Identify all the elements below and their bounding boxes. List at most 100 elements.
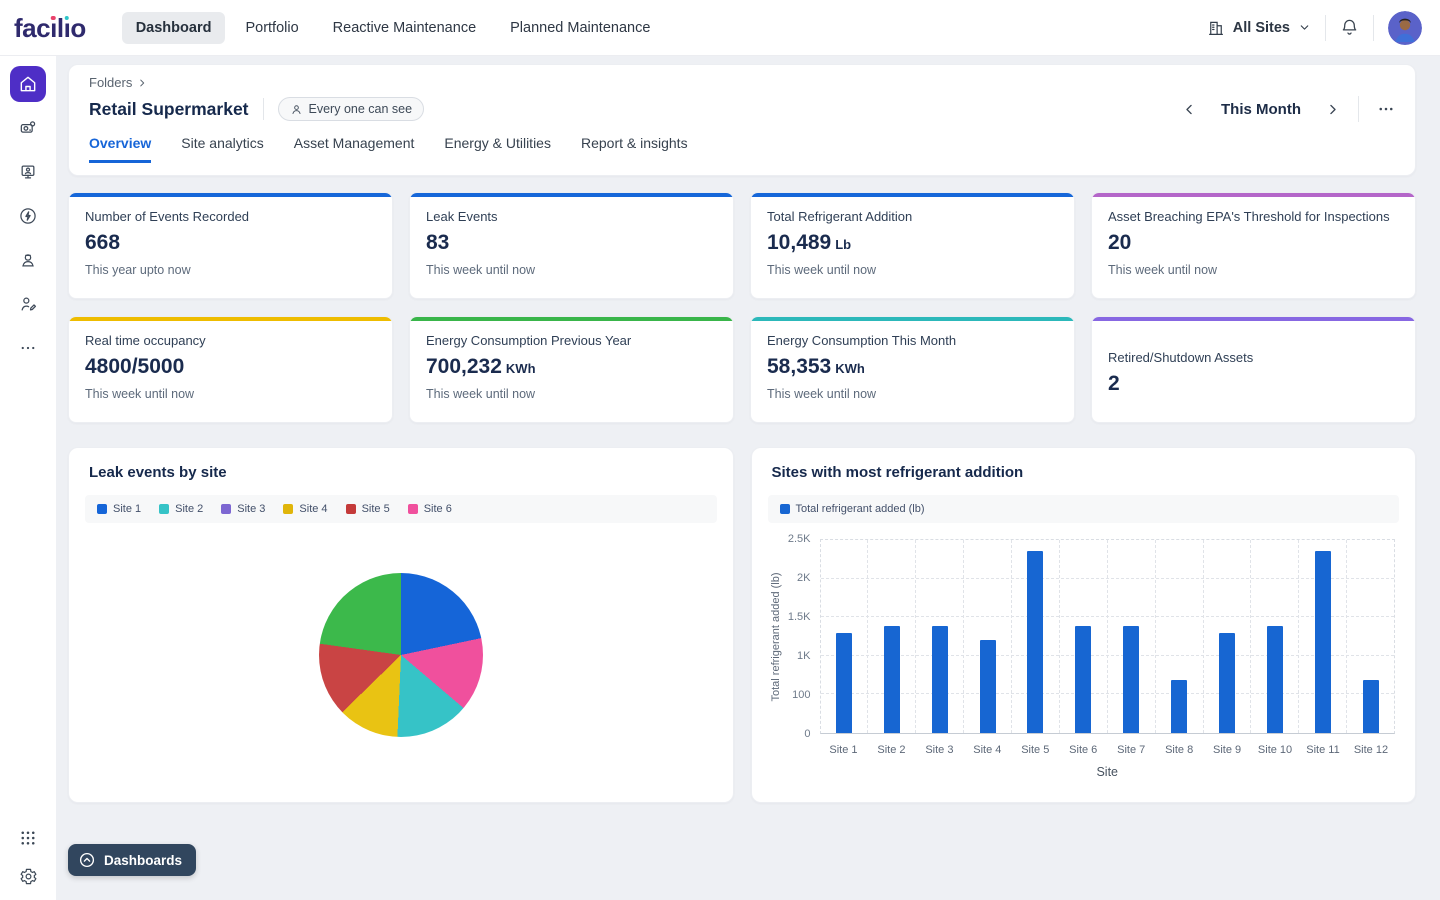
kpi-grid: Number of Events Recorded668This year up… — [68, 192, 1416, 423]
sidebar-item-more[interactable] — [10, 330, 46, 366]
kpi-value: 4800/5000 — [85, 355, 184, 379]
nav-item-portfolio[interactable]: Portfolio — [231, 12, 312, 44]
notification-bell-icon[interactable] — [1340, 18, 1359, 37]
legend-label: Site 2 — [175, 503, 203, 515]
x-label-site-7: Site 7 — [1107, 744, 1155, 756]
sidebar-item-energy[interactable] — [10, 198, 46, 234]
building-icon — [1207, 19, 1225, 37]
legend-item-site-4[interactable]: Site 4 — [283, 503, 327, 515]
legend-item-site-2[interactable]: Site 2 — [159, 503, 203, 515]
nav-item-dashboard[interactable]: Dashboard — [122, 12, 226, 44]
main-content: Folders Retail Supermarket Every one can… — [56, 56, 1440, 900]
kpi-value-row: 10,489Lb — [767, 231, 1058, 255]
legend-label: Site 6 — [424, 503, 452, 515]
dashboards-button[interactable]: Dashboards — [68, 844, 196, 876]
kpi-value-row: 700,232KWh — [426, 355, 717, 379]
legend-item-total-refrigerant-added-lb[interactable]: Total refrigerant added (lb) — [780, 503, 925, 515]
bar-site-9 — [1219, 633, 1235, 733]
bar-site-4 — [980, 640, 996, 733]
kpi-value: 668 — [85, 231, 120, 255]
breadcrumb-folders[interactable]: Folders — [89, 75, 132, 90]
kpi-body: Retired/Shutdown Assets 2 — [1092, 321, 1415, 422]
tab-report-insights[interactable]: Report & insights — [581, 135, 688, 163]
sidebar-item-kiosk[interactable] — [10, 154, 46, 190]
bar-slot-site-9 — [1204, 540, 1252, 733]
bar-site-3 — [932, 626, 948, 733]
sidebar-item-visitor[interactable] — [10, 242, 46, 278]
bar-site-1 — [836, 633, 852, 733]
leak-events-pie-chart — [319, 573, 483, 737]
y-axis-ticks: 01001K1.5K2K2.5K — [784, 539, 820, 734]
user-avatar[interactable] — [1388, 11, 1422, 45]
breadcrumb[interactable]: Folders — [89, 75, 1395, 90]
tab-overview[interactable]: Overview — [89, 135, 151, 163]
kpi-subtitle: This week until now — [426, 263, 717, 277]
more-options-ellipsis-icon[interactable] — [1377, 100, 1395, 118]
kpi-value-row: 20 — [1108, 231, 1399, 255]
divider — [1358, 96, 1359, 122]
y-tick-label: 1.5K — [788, 611, 811, 623]
kpi-title: Real time occupancy — [85, 333, 376, 348]
legend-swatch — [780, 504, 790, 514]
tab-site-analytics[interactable]: Site analytics — [181, 135, 263, 163]
sidebar-item-tenant[interactable] — [10, 286, 46, 322]
bar-slot-site-2 — [868, 540, 916, 733]
legend-label: Site 3 — [237, 503, 265, 515]
more-icon — [19, 339, 37, 357]
bar-legend: Total refrigerant added (lb) — [768, 495, 1400, 523]
person-icon — [290, 103, 303, 116]
legend-label: Site 4 — [299, 503, 327, 515]
top-navbar: facılıo DashboardPortfolioReactive Maint… — [0, 0, 1440, 56]
settings-gear-icon[interactable] — [19, 867, 38, 886]
navbar-right: All Sites — [1207, 11, 1422, 45]
legend-label: Total refrigerant added (lb) — [796, 503, 925, 515]
divider — [263, 98, 264, 120]
kpi-title: Energy Consumption Previous Year — [426, 333, 717, 348]
kpi-value-row: 2 — [1108, 372, 1399, 396]
y-tick-label: 2K — [797, 572, 810, 584]
kpi-value-row: 83 — [426, 231, 717, 255]
bar-site-8 — [1171, 680, 1187, 733]
facilio-logo[interactable]: facılıo — [14, 15, 86, 41]
y-axis-title: Total refrigerant added (lb) — [768, 539, 784, 734]
x-label-site-1: Site 1 — [820, 744, 868, 756]
site-selector[interactable]: All Sites — [1207, 19, 1311, 37]
legend-item-site-3[interactable]: Site 3 — [221, 503, 265, 515]
title-row: Retail Supermarket Every one can see Thi… — [89, 96, 1395, 122]
period-label[interactable]: This Month — [1215, 101, 1307, 118]
legend-item-site-1[interactable]: Site 1 — [97, 503, 141, 515]
chevron-right-icon[interactable] — [1325, 102, 1340, 117]
visibility-badge[interactable]: Every one can see — [278, 97, 425, 121]
legend-item-site-6[interactable]: Site 6 — [408, 503, 452, 515]
x-label-site-6: Site 6 — [1059, 744, 1107, 756]
legend-label: Site 5 — [362, 503, 390, 515]
kpi-value: 83 — [426, 231, 449, 255]
apps-grid-icon[interactable] — [19, 829, 37, 847]
x-label-site-11: Site 11 — [1299, 744, 1347, 756]
sidebar-item-home[interactable] — [10, 66, 46, 102]
chevron-left-icon[interactable] — [1182, 102, 1197, 117]
kpi-body: Energy Consumption This Month58,353KWhTh… — [751, 321, 1074, 422]
bar-slot-site-10 — [1251, 540, 1299, 733]
kpi-value-row: 58,353KWh — [767, 355, 1058, 379]
tab-asset-management[interactable]: Asset Management — [294, 135, 415, 163]
visibility-badge-label: Every one can see — [309, 102, 413, 116]
kpi-body: Leak Events83This week until now — [410, 197, 733, 298]
kpi-subtitle: This week until now — [767, 387, 1058, 401]
bar-slot-site-4 — [964, 540, 1012, 733]
x-label-site-5: Site 5 — [1011, 744, 1059, 756]
legend-swatch — [346, 504, 356, 514]
bar-site-10 — [1267, 626, 1283, 733]
kpi-title: Retired/Shutdown Assets — [1108, 350, 1399, 365]
tab-energy-utilities[interactable]: Energy & Utilities — [444, 135, 551, 163]
legend-swatch — [159, 504, 169, 514]
kpi-body: Asset Breaching EPA's Threshold for Insp… — [1092, 197, 1415, 298]
pie-chart-title: Leak events by site — [89, 464, 713, 481]
chevron-down-icon — [1298, 21, 1311, 34]
nav-item-planned-maintenance[interactable]: Planned Maintenance — [496, 12, 664, 44]
legend-item-site-5[interactable]: Site 5 — [346, 503, 390, 515]
kpi-value-row: 4800/5000 — [85, 355, 376, 379]
nav-item-reactive-maintenance[interactable]: Reactive Maintenance — [319, 12, 490, 44]
sidebar-item-equipment[interactable] — [10, 110, 46, 146]
legend-swatch — [283, 504, 293, 514]
